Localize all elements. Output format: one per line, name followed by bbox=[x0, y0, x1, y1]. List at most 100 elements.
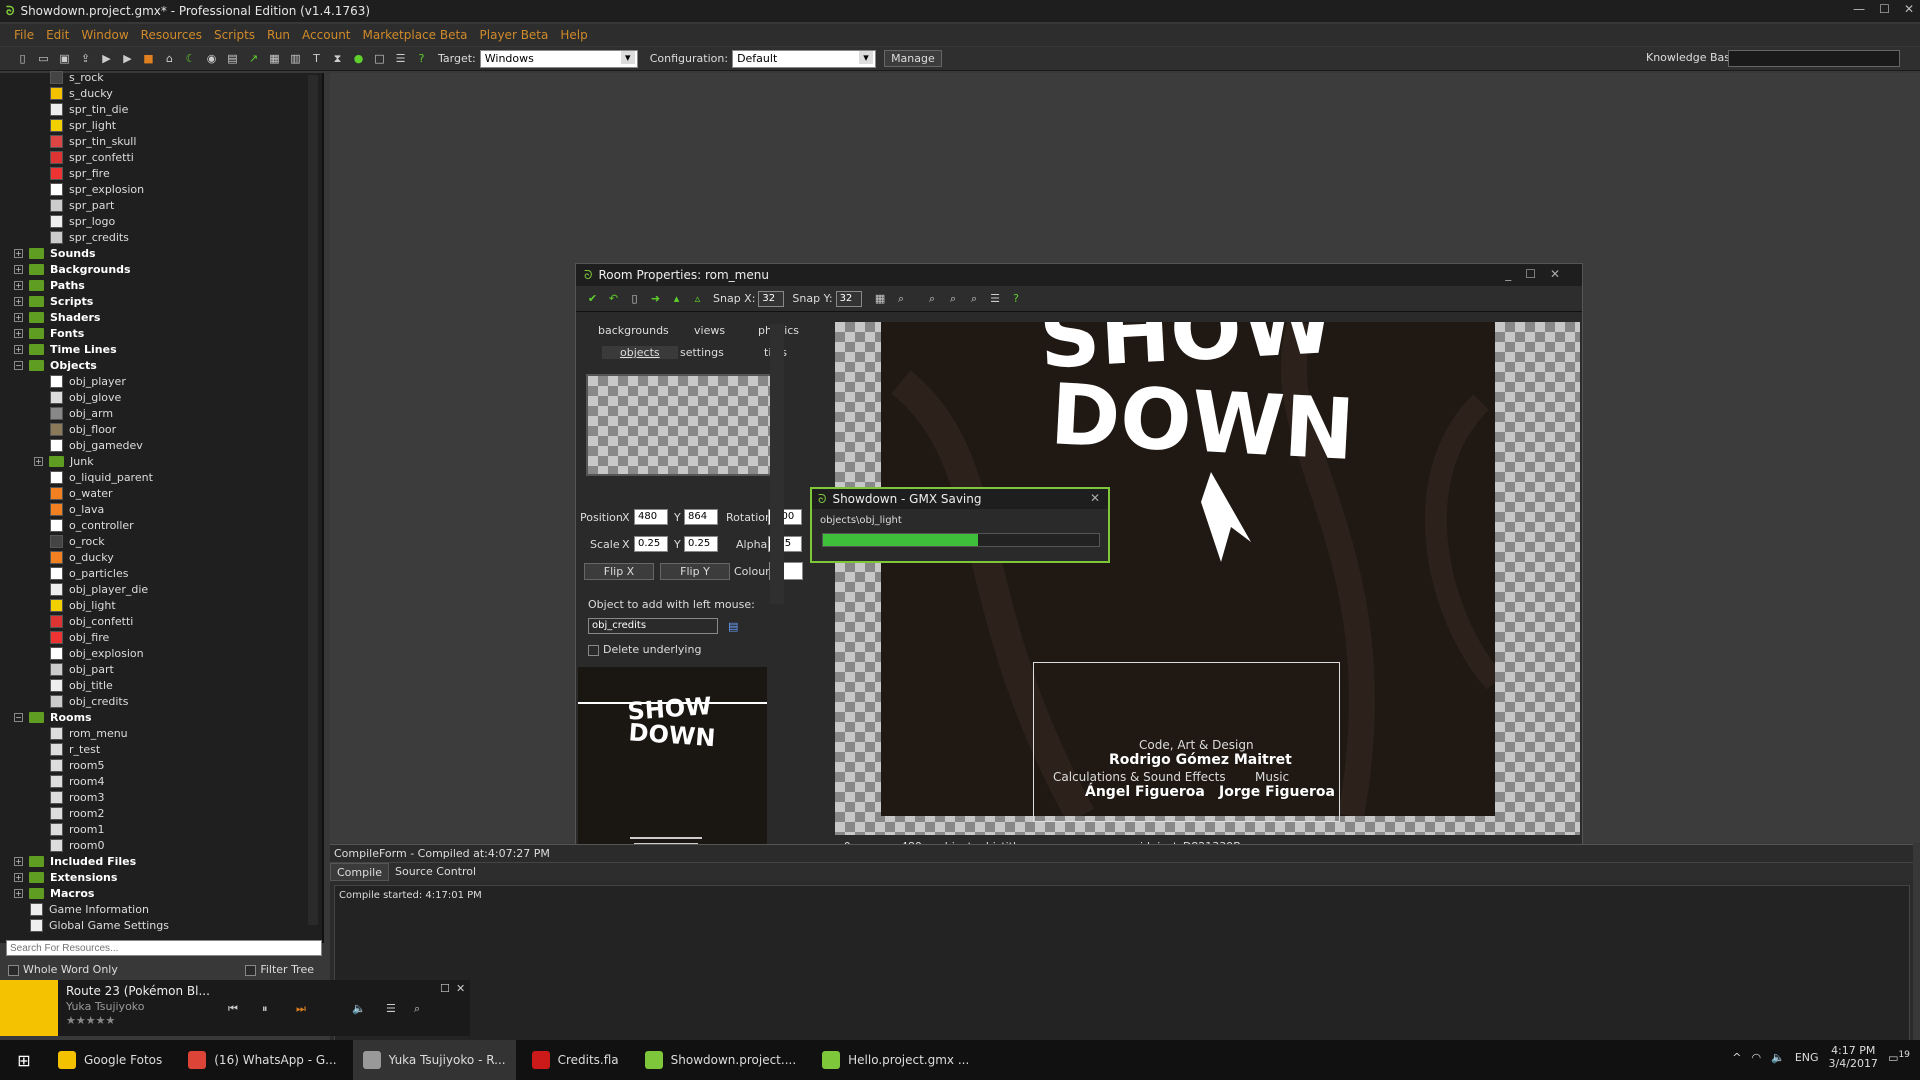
expand-icon[interactable]: + bbox=[14, 248, 23, 258]
resource-search-input[interactable] bbox=[6, 940, 322, 956]
expand-icon[interactable]: + bbox=[34, 456, 43, 466]
position-x-input[interactable]: 480 bbox=[634, 509, 668, 525]
tree-object-item[interactable]: obj_light bbox=[50, 597, 116, 613]
tree-sprite-item[interactable]: spr_fire bbox=[50, 165, 110, 181]
expand-icon[interactable]: − bbox=[14, 712, 23, 722]
flip-x-button[interactable]: Flip X bbox=[584, 563, 654, 580]
notifications-icon[interactable]: ▭19 bbox=[1888, 1049, 1910, 1065]
taskbar-app-0[interactable]: Google Fotos bbox=[48, 1040, 172, 1080]
tree-scrollbar[interactable] bbox=[308, 75, 318, 925]
tab-backgrounds[interactable]: backgrounds bbox=[598, 324, 669, 337]
tree-settings-item[interactable]: Global Game Settings bbox=[30, 917, 169, 933]
open-folder-icon[interactable]: ▭ bbox=[35, 50, 52, 67]
help-icon[interactable]: ? bbox=[413, 50, 430, 67]
language-label[interactable]: ENG bbox=[1795, 1051, 1819, 1064]
expand-icon[interactable]: + bbox=[14, 280, 23, 290]
speaker-icon[interactable]: 🔈 bbox=[1771, 1051, 1785, 1064]
tree-room-item[interactable]: room5 bbox=[50, 757, 104, 773]
lock-icon[interactable]: ▴ bbox=[668, 290, 685, 307]
tree-object-item[interactable]: obj_explosion bbox=[50, 645, 144, 661]
taskbar-app-1[interactable]: (16) WhatsApp - G... bbox=[178, 1040, 346, 1080]
menu-resources[interactable]: Resources bbox=[141, 28, 202, 42]
position-y-input[interactable]: 864 bbox=[684, 509, 718, 525]
tree-sprite-item[interactable]: s_rock bbox=[50, 69, 104, 85]
tree-room-item[interactable]: r_test bbox=[50, 741, 100, 757]
volume-icon[interactable]: 🔈 bbox=[352, 1002, 366, 1015]
run-icon[interactable]: ▶ bbox=[98, 50, 115, 67]
zoom-out-icon[interactable]: ⌕ bbox=[924, 290, 941, 307]
expand-icon[interactable]: + bbox=[14, 296, 23, 306]
grid-icon[interactable]: ▦ bbox=[872, 290, 889, 307]
delete-underlying-checkbox[interactable]: Delete underlying bbox=[588, 643, 701, 656]
menu-marketplace[interactable]: Marketplace Beta bbox=[363, 28, 468, 42]
expand-icon[interactable]: + bbox=[14, 312, 23, 322]
room-help-icon[interactable]: ? bbox=[1008, 290, 1025, 307]
tree-object-item[interactable]: obj_gamedev bbox=[50, 437, 143, 453]
zoom-reset-icon[interactable]: ⌕ bbox=[945, 290, 962, 307]
media-search-icon[interactable]: ⌕ bbox=[414, 1002, 420, 1016]
tree-folder[interactable]: − Objects bbox=[14, 357, 97, 373]
expand-icon[interactable]: − bbox=[14, 360, 23, 370]
font-icon[interactable]: T bbox=[308, 50, 325, 67]
menu-file[interactable]: File bbox=[14, 28, 34, 42]
tree-object-item[interactable]: obj_title bbox=[50, 677, 113, 693]
object-add-input[interactable]: obj_credits bbox=[588, 618, 718, 634]
menu-scripts[interactable]: Scripts bbox=[214, 28, 255, 42]
tree-room-item[interactable]: room4 bbox=[50, 773, 104, 789]
room-minimap[interactable]: SHOW DOWN bbox=[578, 667, 767, 857]
whole-word-checkbox[interactable]: Whole Word Only bbox=[8, 963, 118, 976]
tree-object-item[interactable]: obj_credits bbox=[50, 693, 128, 709]
confirm-icon[interactable]: ✔ bbox=[584, 290, 601, 307]
tree-folder[interactable]: + Paths bbox=[14, 277, 85, 293]
stop-icon[interactable]: ■ bbox=[140, 50, 157, 67]
scale-y-input[interactable]: 0.25 bbox=[684, 536, 718, 552]
tree-object-item[interactable]: obj_floor bbox=[50, 421, 116, 437]
tree-sprite-item[interactable]: spr_explosion bbox=[50, 181, 144, 197]
tree-object-item[interactable]: obj_player bbox=[50, 373, 126, 389]
maximize-icon[interactable]: ☐ bbox=[1879, 2, 1890, 16]
tree-object-item[interactable]: o_lava bbox=[50, 501, 104, 517]
next-icon[interactable]: ⏭ bbox=[296, 1002, 306, 1016]
script-icon[interactable]: ▦ bbox=[266, 50, 283, 67]
tree-folder[interactable]: + Sounds bbox=[14, 245, 96, 261]
sprite-icon[interactable]: ☾ bbox=[182, 50, 199, 67]
config-select[interactable]: Default bbox=[732, 49, 877, 68]
snapy-input[interactable]: 32 bbox=[835, 290, 862, 307]
media-close-icon[interactable]: ✕ bbox=[456, 982, 465, 995]
tree-folder[interactable]: + Included Files bbox=[14, 853, 136, 869]
tree-sprite-item[interactable]: s_ducky bbox=[50, 85, 113, 101]
menu-run[interactable]: Run bbox=[267, 28, 290, 42]
save-icon[interactable]: ▣ bbox=[56, 50, 73, 67]
expand-icon[interactable]: + bbox=[14, 344, 23, 354]
filter-tree-checkbox[interactable]: Filter Tree bbox=[245, 963, 314, 976]
tree-object-item[interactable]: o_particles bbox=[50, 565, 128, 581]
target-select[interactable]: Windows bbox=[479, 49, 638, 68]
tree-object-item[interactable]: o_ducky bbox=[50, 549, 114, 565]
tree-folder[interactable]: + Junk bbox=[34, 453, 94, 469]
start-icon[interactable]: ⊞ bbox=[0, 1051, 48, 1070]
taskbar-app-4[interactable]: Showdown.project.... bbox=[635, 1040, 806, 1080]
tree-sprite-item[interactable]: spr_tin_skull bbox=[50, 133, 136, 149]
tree-sprite-item[interactable]: spr_tin_die bbox=[50, 101, 128, 117]
clear-icon[interactable]: ▯ bbox=[626, 290, 643, 307]
room-icon[interactable]: □ bbox=[371, 50, 388, 67]
panel-scrollbar[interactable] bbox=[770, 324, 784, 604]
list-icon[interactable]: ☰ bbox=[987, 290, 1004, 307]
tree-folder[interactable]: + Backgrounds bbox=[14, 261, 131, 277]
tray-chevron-icon[interactable]: ^ bbox=[1732, 1051, 1741, 1064]
tab-settings[interactable]: settings bbox=[680, 346, 724, 359]
tree-folder[interactable]: + Shaders bbox=[14, 309, 100, 325]
tree-sprite-item[interactable]: spr_light bbox=[50, 117, 116, 133]
expand-icon[interactable]: + bbox=[14, 872, 23, 882]
expand-icon[interactable]: + bbox=[14, 888, 23, 898]
new-file-icon[interactable]: ▯ bbox=[14, 50, 31, 67]
settings-list-icon[interactable]: ☰ bbox=[392, 50, 409, 67]
expand-icon[interactable]: + bbox=[14, 856, 23, 866]
background-icon[interactable]: ▤ bbox=[224, 50, 241, 67]
tree-room-item[interactable]: room1 bbox=[50, 821, 104, 837]
tree-object-item[interactable]: obj_player_die bbox=[50, 581, 148, 597]
previous-icon[interactable]: ⏮ bbox=[228, 1002, 238, 1016]
tree-sprite-item[interactable]: spr_part bbox=[50, 197, 114, 213]
room-window-controls[interactable]: _☐✕ bbox=[1505, 267, 1574, 281]
flip-y-button[interactable]: Flip Y bbox=[660, 563, 730, 580]
